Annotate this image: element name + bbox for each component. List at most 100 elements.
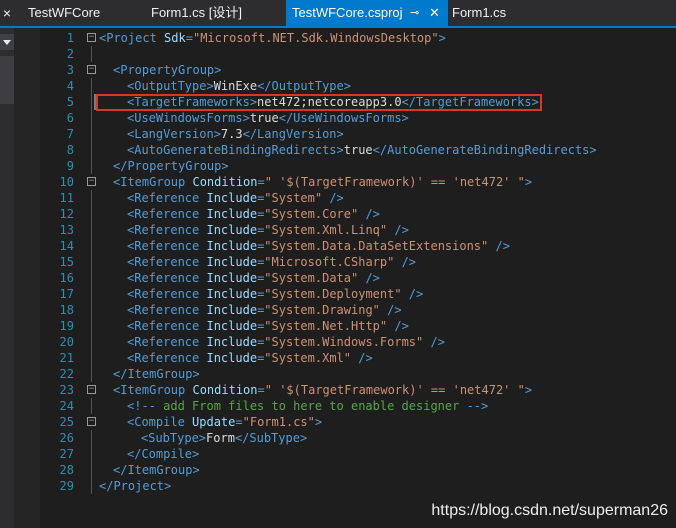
line-number: 22 xyxy=(59,367,74,381)
code-token: "Microsoft.CSharp" xyxy=(264,255,395,269)
code-token: <LangVersion> xyxy=(127,127,221,141)
code-token: </PropertyGroup> xyxy=(113,159,229,173)
code-line: 19 <Reference Include="System.Net.Http" /… xyxy=(40,318,676,334)
outline-guide xyxy=(91,222,92,238)
code-line: 6 <UseWindowsForms>true</UseWindowsForms> xyxy=(40,110,676,126)
code-token: <Reference xyxy=(127,319,207,333)
collapse-icon[interactable]: − xyxy=(87,385,96,394)
code-line: 18 <Reference Include="System.Drawing" /> xyxy=(40,302,676,318)
line-number: 12 xyxy=(59,207,74,221)
code-token: "System.Xml" xyxy=(264,351,351,365)
code-token: Condition xyxy=(192,175,258,189)
collapse-icon[interactable]: − xyxy=(87,177,96,186)
code-line: 25 − <Compile Update="Form1.cs"> xyxy=(40,414,676,430)
code-token: Include xyxy=(206,191,258,205)
line-number: 24 xyxy=(59,399,74,413)
line-number: 19 xyxy=(59,319,74,333)
pin-icon[interactable]: ⊸ xyxy=(410,0,419,26)
code-text: <UseWindowsForms>true</UseWindowsForms> xyxy=(127,110,409,126)
line-number: 16 xyxy=(59,271,74,285)
code-line: 13 <Reference Include="System.Xml.Linq" /… xyxy=(40,222,676,238)
tab-label: TestWFCore xyxy=(28,5,101,20)
code-token: "System.Windows.Forms" xyxy=(264,335,424,349)
document-tab-strip: × TestWFCore Form1.cs [设计] TestWFCore.cs… xyxy=(0,0,676,28)
code-text: <AutoGenerateBindingRedirects>true</Auto… xyxy=(127,142,597,158)
code-token: <Reference xyxy=(127,335,207,349)
code-line: 22 </ItemGroup> xyxy=(40,366,676,382)
code-line: 7 <LangVersion>7.3</LangVersion> xyxy=(40,126,676,142)
side-panel-tab[interactable] xyxy=(0,56,14,104)
code-text: <SubType>Form</SubType> xyxy=(141,430,307,446)
code-token: "Microsoft.NET.Sdk.WindowsDesktop" xyxy=(192,31,439,45)
code-token: <Reference xyxy=(127,351,207,365)
outline-guide xyxy=(91,446,92,462)
code-token: = xyxy=(235,415,243,429)
code-token: --> xyxy=(466,399,489,413)
outline-guide xyxy=(91,190,92,206)
code-line: 14 <Reference Include="System.Data.DataSe… xyxy=(40,238,676,254)
code-line: 27 </Compile> xyxy=(40,446,676,462)
tab-form1-cs[interactable]: Form1.cs xyxy=(452,0,532,26)
code-token: <OutputType> xyxy=(127,79,214,93)
code-token: </OutputType> xyxy=(257,79,351,93)
outline-guide xyxy=(91,254,92,270)
code-token: /> xyxy=(322,191,344,205)
close-icon[interactable]: ✕ xyxy=(429,0,440,26)
outline-guide xyxy=(91,46,92,62)
outline-guide xyxy=(91,302,92,318)
code-token: <Reference xyxy=(127,255,207,269)
code-token: <Reference xyxy=(127,287,207,301)
outline-guide xyxy=(91,398,92,414)
editor-margin xyxy=(14,28,40,528)
collapse-icon[interactable]: − xyxy=(87,417,96,426)
code-editor[interactable]: 1− <Project Sdk="Microsoft.NET.Sdk.Window… xyxy=(40,28,676,528)
code-token: Sdk xyxy=(164,31,186,45)
line-number: 23 xyxy=(59,383,74,397)
line-number: 6 xyxy=(66,111,74,125)
code-line: 11 <Reference Include="System" /> xyxy=(40,190,676,206)
code-token: /> xyxy=(387,319,409,333)
code-token: "System.Core" xyxy=(264,207,359,221)
line-number: 3 xyxy=(66,63,74,77)
code-token: </TargetFrameworks> xyxy=(401,95,539,109)
code-line: 26 <SubType>Form</SubType> xyxy=(40,430,676,446)
code-line: 8 <AutoGenerateBindingRedirects>true</Aut… xyxy=(40,142,676,158)
code-token: "System.Xml.Linq" xyxy=(264,223,388,237)
collapse-icon[interactable]: − xyxy=(87,33,96,42)
code-token: Form xyxy=(206,431,235,445)
tab-testwfcore[interactable]: TestWFCore xyxy=(26,0,120,26)
tab-form1-designer[interactable]: Form1.cs [设计] xyxy=(151,0,271,26)
tab-testwfcore-csproj[interactable]: TestWFCore.csproj ⊸ ✕ xyxy=(286,0,448,26)
code-text: </PropertyGroup> xyxy=(113,158,229,174)
code-text: <OutputType>WinExe</OutputType> xyxy=(127,78,351,94)
tab-label: TestWFCore.csproj xyxy=(292,5,403,20)
code-token: Project xyxy=(106,31,157,45)
code-line: 2 xyxy=(40,46,676,62)
outline-guide xyxy=(91,206,92,222)
code-token: </AutoGenerateBindingRedirects> xyxy=(372,143,597,157)
code-text: <Compile Update="Form1.cs"> xyxy=(127,414,322,430)
line-number: 14 xyxy=(59,239,74,253)
code-token: Include xyxy=(206,335,258,349)
close-icon[interactable]: × xyxy=(0,0,14,26)
collapse-icon[interactable]: − xyxy=(87,65,96,74)
code-line: 5 <TargetFrameworks>net472;netcoreapp3.0<… xyxy=(40,94,676,110)
code-token: <SubType> xyxy=(141,431,207,445)
outline-guide xyxy=(91,462,92,478)
code-token: " '$(TargetFramework)' == 'net472' " xyxy=(264,383,525,397)
code-token: "System" xyxy=(264,191,323,205)
outline-guide xyxy=(91,318,92,334)
code-text: </Compile> xyxy=(127,446,199,462)
line-number: 13 xyxy=(59,223,74,237)
dropdown-button[interactable] xyxy=(0,34,14,50)
outline-guide xyxy=(91,270,92,286)
code-token: <!-- xyxy=(127,399,156,413)
code-text: <Reference Include="System.Xml" /> xyxy=(127,350,373,366)
code-token: > xyxy=(524,383,533,397)
code-text: <Project Sdk="Microsoft.NET.Sdk.WindowsD… xyxy=(99,30,446,46)
code-text: <Reference Include="System.Data.DataSetE… xyxy=(127,238,510,254)
code-text: <Reference Include="System.Core" /> xyxy=(127,206,380,222)
line-number: 9 xyxy=(66,159,74,173)
code-token: <Reference xyxy=(127,271,207,285)
outline-guide xyxy=(91,334,92,350)
